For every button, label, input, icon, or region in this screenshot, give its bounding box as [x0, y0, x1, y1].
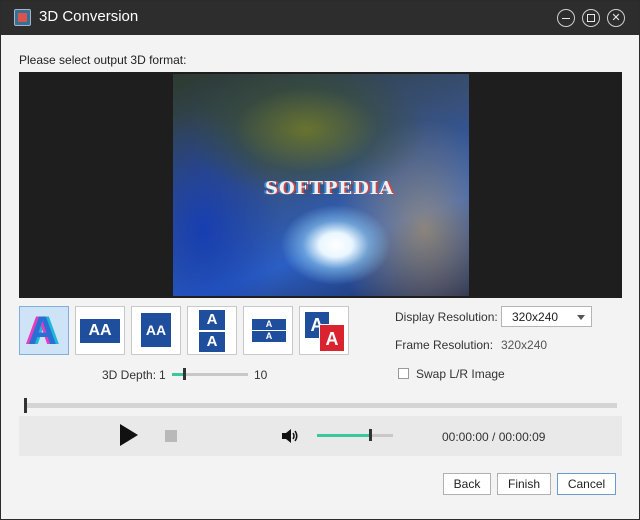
- frame-resolution-value: 320x240: [501, 338, 548, 352]
- depth-min-label: 1: [159, 368, 166, 382]
- volume-slider-fill: [317, 434, 370, 437]
- minimize-icon: [562, 18, 570, 19]
- format-top-bottom-half-button[interactable]: A A: [243, 306, 293, 355]
- video-preview: SOFTPEDIA: [19, 72, 622, 298]
- preview-watermark: SOFTPEDIA: [265, 178, 395, 199]
- volume-icon[interactable]: [281, 428, 299, 444]
- time-readout: 00:00:00 / 00:00:09: [442, 430, 546, 444]
- format-side-by-side-button[interactable]: AA: [75, 306, 125, 355]
- finish-button[interactable]: Finish: [497, 473, 551, 495]
- display-resolution-select[interactable]: 320x240: [501, 306, 592, 327]
- close-button[interactable]: ✕: [607, 9, 625, 27]
- depth-max-label: 10: [254, 368, 268, 382]
- format-prompt: Please select output 3D format:: [19, 53, 187, 67]
- swap-label[interactable]: Swap L/R Image: [416, 367, 505, 381]
- volume-slider-thumb[interactable]: [369, 429, 372, 441]
- maximize-icon: [587, 14, 595, 22]
- app-icon: [14, 9, 31, 26]
- seek-bar[interactable]: [25, 403, 617, 408]
- window-title: 3D Conversion: [39, 8, 139, 25]
- maximize-button[interactable]: [582, 9, 600, 27]
- format-layered-button[interactable]: A A: [299, 306, 349, 355]
- title-bar: 3D Conversion ✕: [1, 1, 639, 35]
- format-anaglyph-button[interactable]: A: [19, 306, 69, 355]
- display-resolution-value: 320x240: [512, 310, 559, 324]
- minimize-button[interactable]: [557, 9, 575, 27]
- back-button[interactable]: Back: [443, 473, 491, 495]
- display-resolution-label: Display Resolution:: [395, 310, 498, 324]
- close-icon: ✕: [611, 12, 621, 24]
- format-side-by-side-half-button[interactable]: AA: [131, 306, 181, 355]
- swap-checkbox[interactable]: [398, 368, 409, 379]
- depth-slider-thumb[interactable]: [183, 368, 186, 380]
- stop-icon[interactable]: [165, 430, 177, 442]
- playback-controls: 00:00:00 / 00:00:09: [19, 416, 622, 456]
- preview-frame: SOFTPEDIA: [173, 74, 469, 296]
- chevron-down-icon: [577, 315, 585, 320]
- anaglyph-icon: A: [28, 309, 57, 353]
- cancel-button[interactable]: Cancel: [557, 473, 616, 495]
- conversion-dialog: 3D Conversion ✕ Please select output 3D …: [0, 0, 640, 520]
- play-icon[interactable]: [120, 424, 138, 446]
- seek-thumb[interactable]: [24, 398, 27, 413]
- depth-label: 3D Depth:: [102, 368, 157, 382]
- frame-resolution-label: Frame Resolution:: [395, 338, 494, 352]
- format-top-bottom-button[interactable]: A A: [187, 306, 237, 355]
